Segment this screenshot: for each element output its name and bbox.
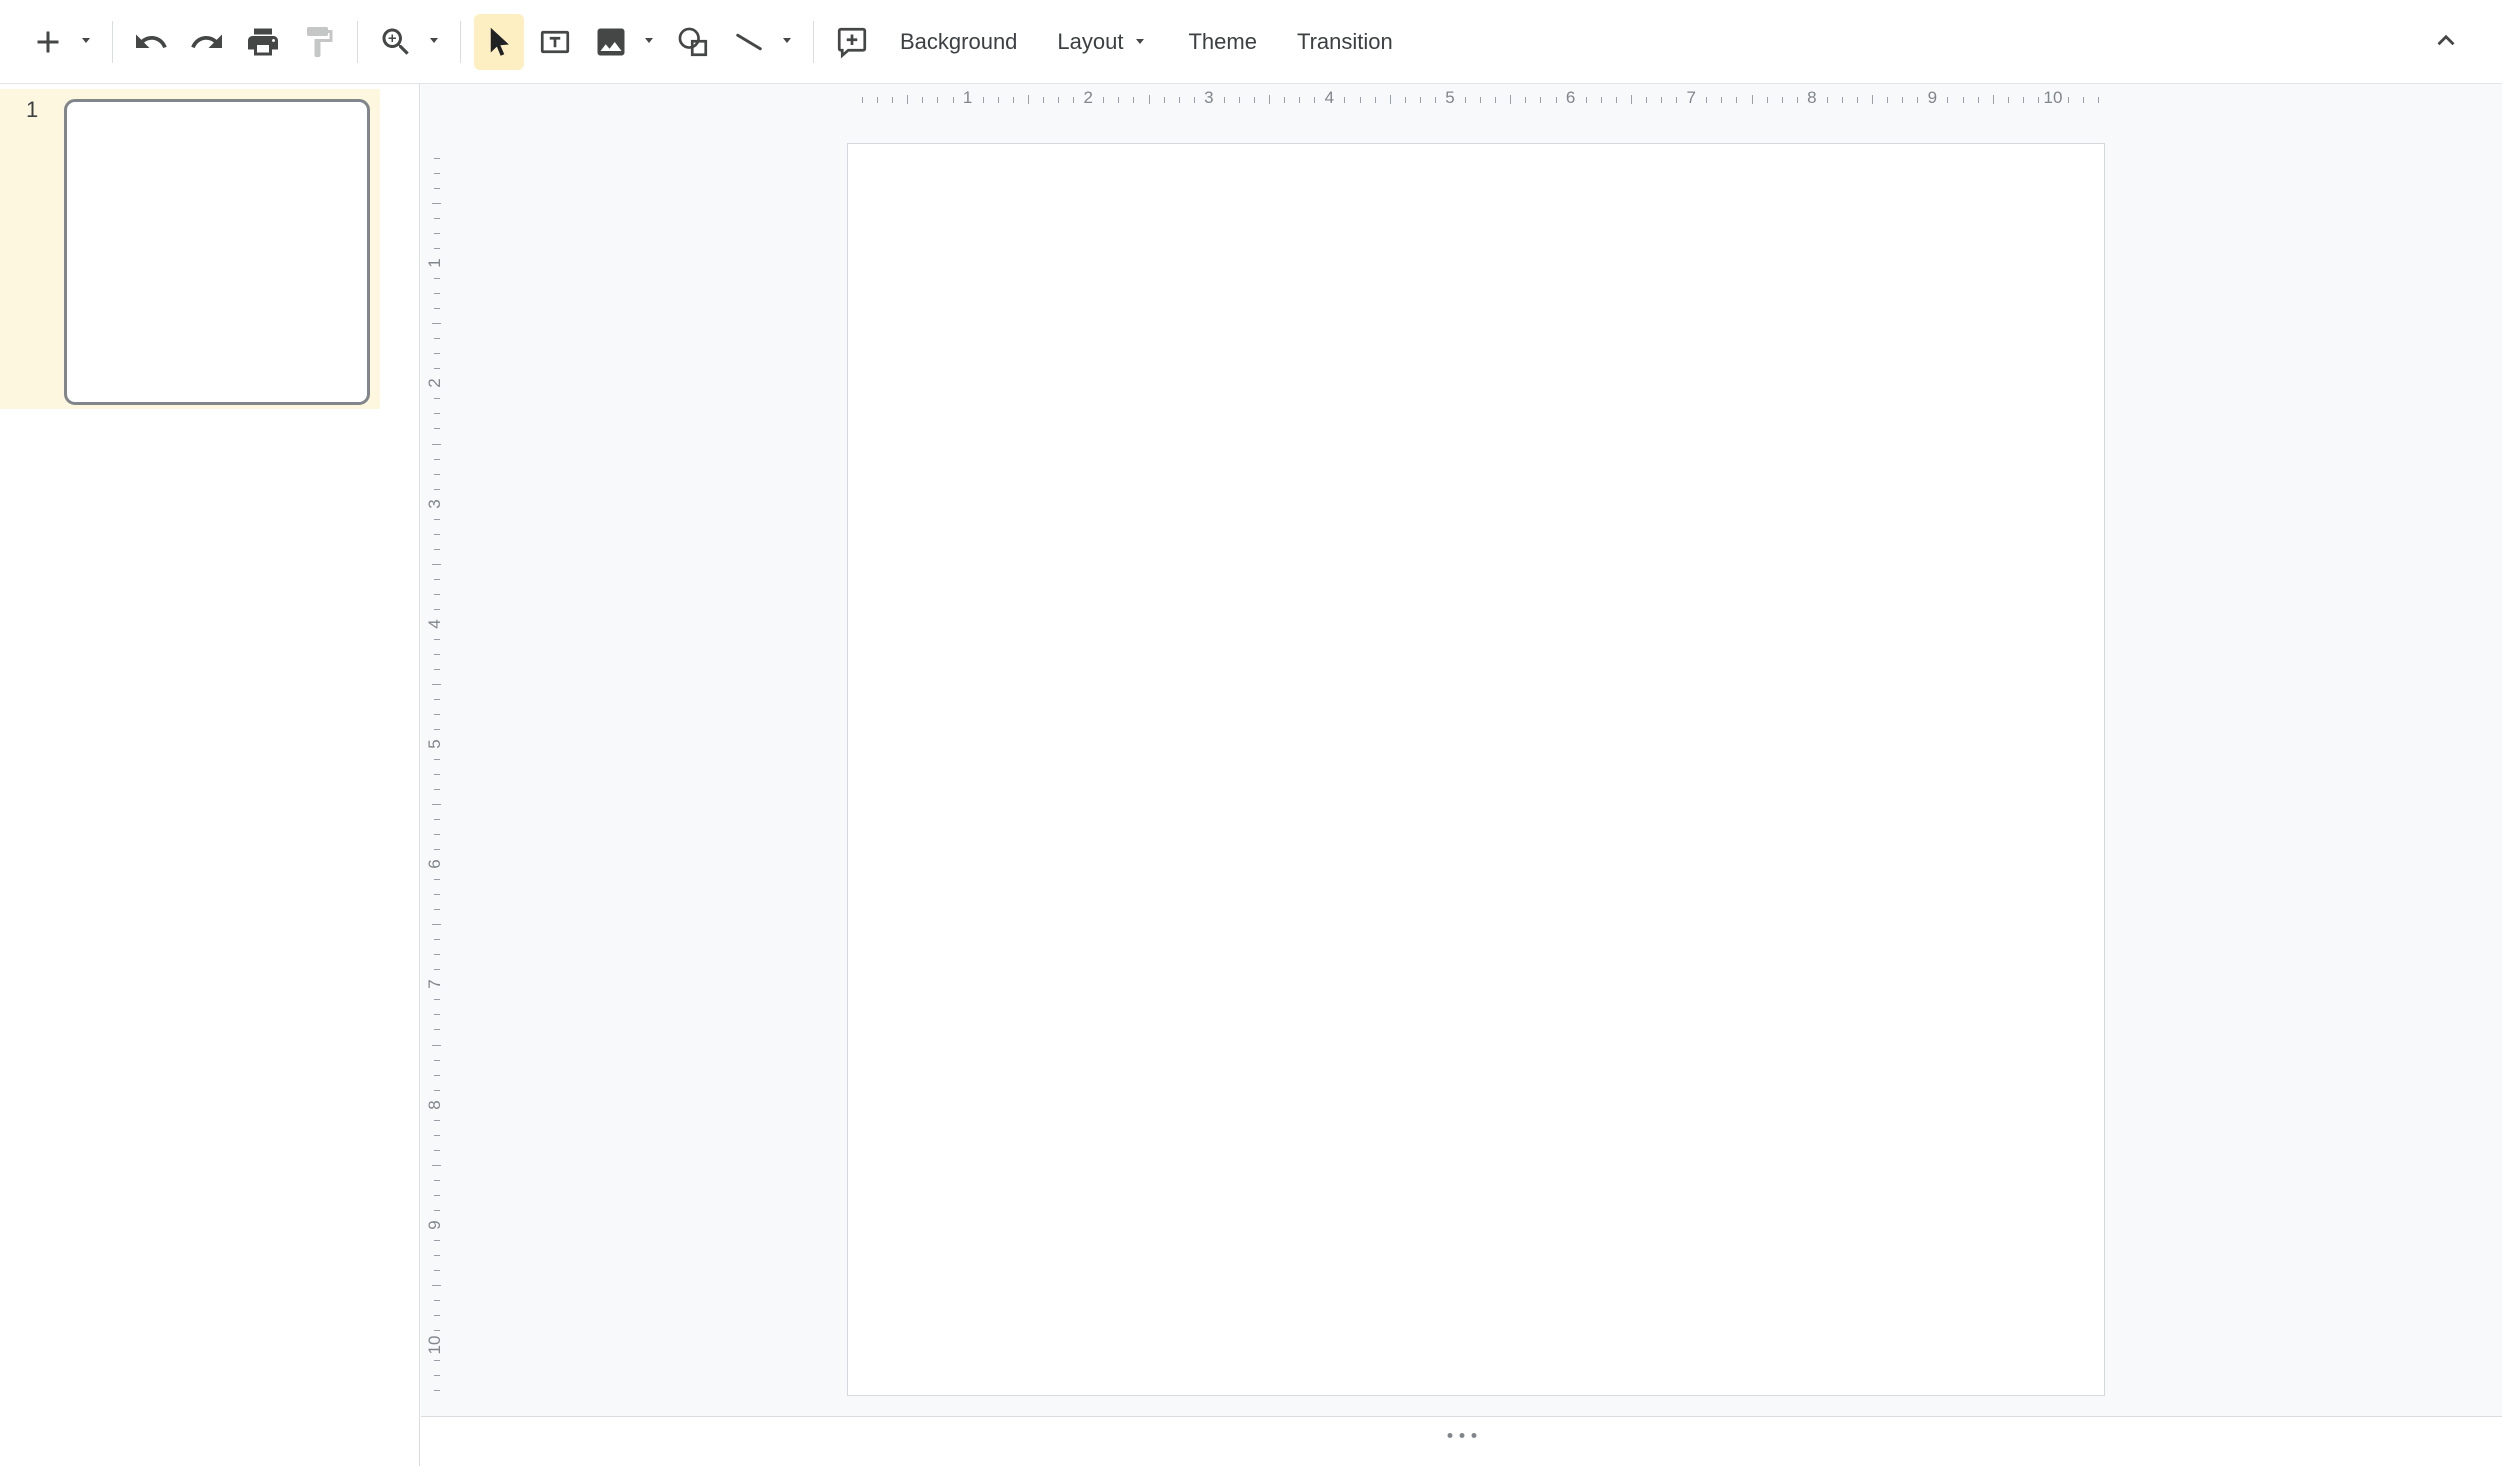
vertical-ruler: 12345678910 — [421, 84, 449, 1466]
slide-canvas[interactable] — [847, 143, 2105, 1396]
drag-dot — [1471, 1433, 1476, 1438]
insert-image-button[interactable] — [586, 14, 636, 70]
toolbar-separator — [112, 21, 113, 63]
cursor-icon — [481, 24, 517, 60]
image-icon — [593, 24, 629, 60]
chevron-up-icon — [2429, 23, 2463, 60]
filmstrip-slide-1[interactable]: 1 — [0, 89, 380, 409]
hide-menus-button[interactable] — [2418, 14, 2474, 70]
new-slide-button[interactable] — [23, 14, 73, 70]
chevron-down-icon — [641, 32, 657, 51]
chevron-down-icon — [426, 32, 442, 51]
slide-filmstrip: 1 — [0, 84, 420, 1466]
horizontal-ruler: 12345678910 — [421, 84, 2502, 112]
print-icon — [245, 24, 281, 60]
select-tool-button[interactable] — [474, 14, 524, 70]
canvas-area: 12345678910 12345678910 — [421, 84, 2502, 1466]
print-button[interactable] — [238, 14, 288, 70]
toolbar-separator — [813, 21, 814, 63]
speaker-notes-drag-handle[interactable] — [1443, 1429, 1480, 1442]
speaker-notes-strip — [421, 1416, 2502, 1466]
plus-icon — [30, 24, 66, 60]
slide-number-label: 1 — [26, 97, 38, 123]
chevron-down-icon — [78, 32, 94, 51]
undo-button[interactable] — [126, 14, 176, 70]
zoom-button[interactable] — [371, 14, 421, 70]
add-comment-icon — [834, 24, 870, 60]
chevron-down-icon — [779, 32, 795, 51]
toolbar-separator — [460, 21, 461, 63]
shape-icon — [675, 24, 711, 60]
theme-button[interactable]: Theme — [1170, 14, 1274, 70]
insert-image-dropdown[interactable] — [635, 14, 663, 70]
transition-button[interactable]: Transition — [1279, 14, 1411, 70]
layout-button-label: Layout — [1057, 29, 1123, 55]
background-button[interactable]: Background — [882, 14, 1035, 70]
insert-shape-button[interactable] — [668, 14, 718, 70]
zoom-dropdown[interactable] — [420, 14, 448, 70]
redo-icon — [189, 24, 225, 60]
insert-line-dropdown[interactable] — [773, 14, 801, 70]
drag-dot — [1447, 1433, 1452, 1438]
editor-content: 1 12345678910 12345678910 — [0, 84, 2502, 1466]
background-button-label: Background — [900, 29, 1017, 55]
chevron-down-icon — [1132, 29, 1148, 55]
drag-dot — [1459, 1433, 1464, 1438]
insert-line-button[interactable] — [724, 14, 774, 70]
toolbar-separator — [357, 21, 358, 63]
new-slide-dropdown[interactable] — [72, 14, 100, 70]
slide-1-thumbnail[interactable] — [64, 99, 370, 405]
text-box-button[interactable] — [530, 14, 580, 70]
theme-button-label: Theme — [1188, 29, 1256, 55]
paint-format-icon — [301, 24, 337, 60]
paint-format-button[interactable] — [294, 14, 344, 70]
zoom-in-icon — [378, 24, 414, 60]
text-box-icon — [537, 24, 573, 60]
line-icon — [731, 24, 767, 60]
layout-button[interactable]: Layout — [1039, 14, 1166, 70]
undo-icon — [133, 24, 169, 60]
main-toolbar: Background Layout Theme Transition — [0, 0, 2502, 84]
add-comment-button[interactable] — [827, 14, 877, 70]
transition-button-label: Transition — [1297, 29, 1393, 55]
redo-button[interactable] — [182, 14, 232, 70]
